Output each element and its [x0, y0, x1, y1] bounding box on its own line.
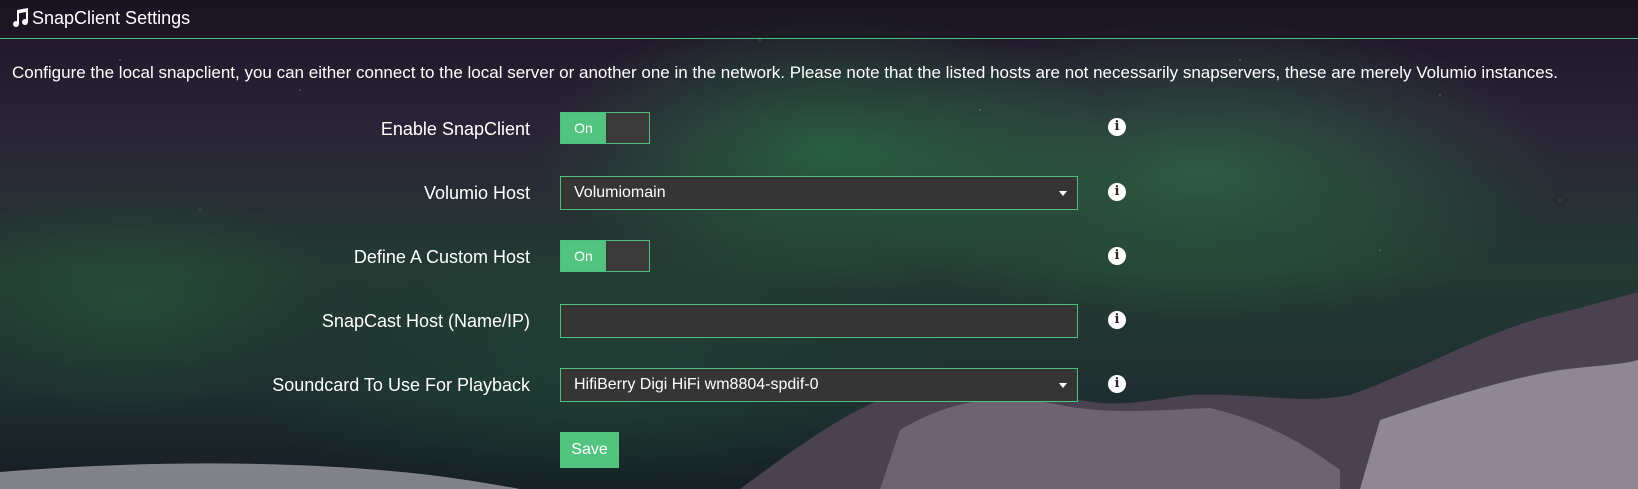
info-icon[interactable]: i	[1108, 247, 1126, 265]
save-button[interactable]: Save	[560, 432, 619, 468]
caret-down-icon	[1059, 383, 1067, 388]
info-icon[interactable]: i	[1108, 118, 1126, 136]
custom-host-toggle[interactable]: On	[560, 240, 650, 272]
info-icon[interactable]: i	[1108, 375, 1126, 393]
settings-header: SnapClient Settings	[0, 0, 1638, 39]
info-icon[interactable]: i	[1108, 311, 1126, 329]
volumio-host-value: Volumiomain	[574, 184, 666, 201]
volumio-host-select[interactable]: Volumiomain	[560, 176, 1078, 210]
enable-snapclient-label: Enable SnapClient	[380, 119, 530, 139]
soundcard-value: HifiBerry Digi HiFi wm8804-spdif-0	[574, 376, 819, 393]
toggle-on-label: On	[561, 113, 606, 143]
snapcast-host-input[interactable]	[560, 304, 1078, 338]
soundcard-select[interactable]: HifiBerry Digi HiFi wm8804-spdif-0	[560, 368, 1078, 402]
toggle-on-label: On	[561, 241, 606, 271]
enable-snapclient-toggle[interactable]: On	[560, 112, 650, 144]
soundcard-label: Soundcard To Use For Playback	[272, 375, 530, 395]
header-title: SnapClient Settings	[32, 8, 191, 28]
custom-host-label: Define A Custom Host	[353, 247, 530, 267]
volumio-host-label: Volumio Host	[423, 183, 530, 203]
info-icon[interactable]: i	[1108, 183, 1126, 201]
music-note-icon	[13, 8, 29, 28]
caret-down-icon	[1059, 191, 1067, 196]
settings-description: Configure the local snapclient, you can …	[12, 63, 1558, 82]
snapcast-host-label: SnapCast Host (Name/IP)	[321, 311, 530, 331]
